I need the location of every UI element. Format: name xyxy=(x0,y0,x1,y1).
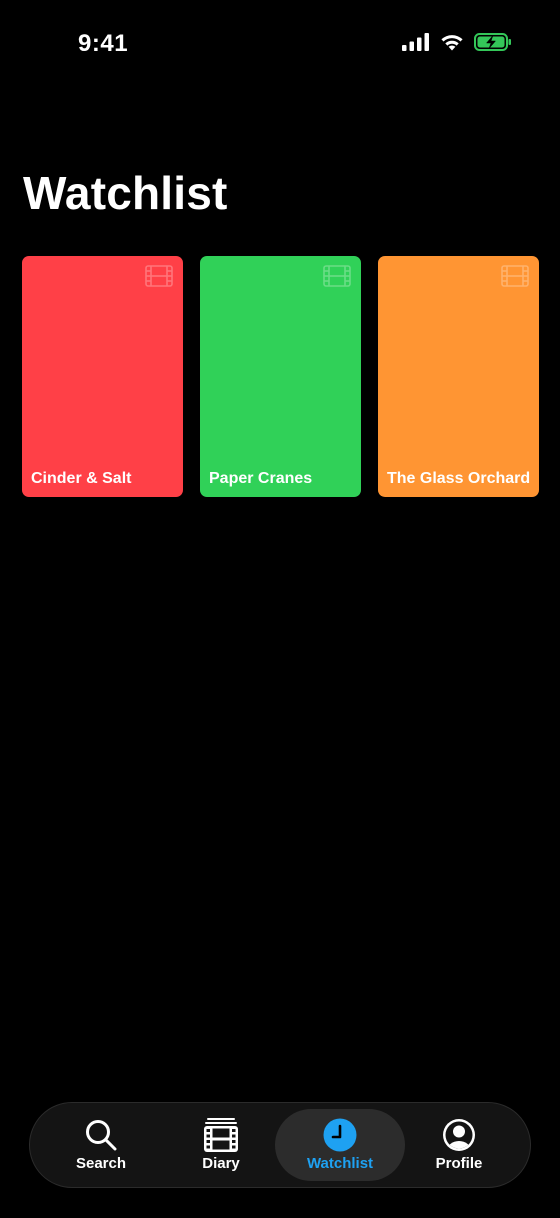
watchlist-card[interactable]: Cinder & Salt xyxy=(22,256,183,497)
film-icon xyxy=(203,1118,239,1152)
tab-watchlist[interactable]: Watchlist xyxy=(275,1109,405,1181)
tab-label: Watchlist xyxy=(306,1155,374,1172)
status-bar: 9:41 xyxy=(0,0,560,90)
tab-bar: Search Diary Watchlist Profile xyxy=(29,1102,531,1188)
film-icon xyxy=(145,265,173,292)
tab-label: Diary xyxy=(202,1155,240,1172)
search-icon xyxy=(84,1118,118,1152)
clock-icon xyxy=(323,1118,357,1152)
film-icon xyxy=(501,265,529,292)
page-title: Watchlist xyxy=(23,167,228,219)
card-title: The Glass Orchard xyxy=(387,470,531,487)
tab-profile[interactable]: Profile xyxy=(408,1103,510,1187)
card-title: Cinder & Salt xyxy=(31,470,132,487)
tab-label: Search xyxy=(75,1155,127,1172)
status-icons xyxy=(402,33,512,56)
status-time: 9:41 xyxy=(78,30,129,57)
tab-search[interactable]: Search xyxy=(50,1103,152,1187)
watchlist-card[interactable]: The Glass Orchard xyxy=(378,256,539,497)
cellular-signal-icon xyxy=(402,33,430,56)
person-circle-icon xyxy=(442,1118,476,1152)
watchlist-card[interactable]: Paper Cranes xyxy=(200,256,361,497)
battery-charging-icon xyxy=(474,33,512,56)
tab-label: Profile xyxy=(435,1155,483,1172)
wifi-icon xyxy=(440,33,464,56)
tab-diary[interactable]: Diary xyxy=(170,1103,272,1187)
card-title: Paper Cranes xyxy=(209,470,313,487)
watchlist-grid: Cinder & Salt Paper Cranes The Glass Orc… xyxy=(22,256,539,497)
film-icon xyxy=(323,265,351,292)
